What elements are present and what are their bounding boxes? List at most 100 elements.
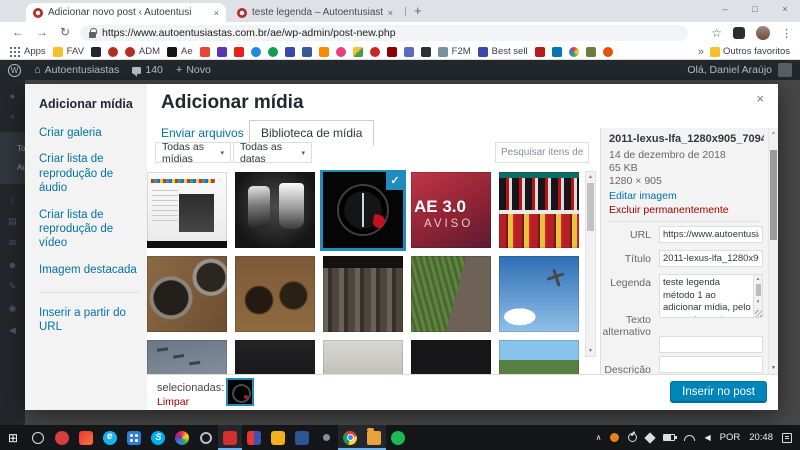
youtube-icon[interactable]	[234, 47, 244, 57]
drive-icon[interactable]	[353, 47, 363, 57]
media-item-13[interactable]	[323, 340, 403, 374]
bookmark-favicon[interactable]	[370, 47, 380, 57]
back-icon[interactable]: ←	[12, 25, 24, 39]
clear-selection-link[interactable]: Limpar	[157, 396, 189, 408]
media-item-12[interactable]	[235, 340, 315, 374]
chrome-menu-icon[interactable]: ⋮	[781, 27, 792, 40]
wifi-icon[interactable]	[684, 435, 695, 441]
taskbar-app-icon-open[interactable]	[218, 425, 242, 450]
bookmark-favicon[interactable]	[421, 47, 431, 57]
taskbar-app-icon[interactable]	[194, 425, 218, 450]
bookmark-favicon[interactable]	[336, 47, 346, 57]
scroll-up-icon[interactable]: ▲	[754, 275, 762, 282]
bookmark-favicon[interactable]	[217, 47, 227, 57]
store-icon[interactable]	[122, 425, 146, 450]
media-item-4[interactable]: AE 3.0 AVISO	[411, 172, 491, 248]
bookmark-favicon[interactable]	[478, 47, 488, 57]
filter-media-type-select[interactable]: Todas as mídias ▾	[155, 142, 231, 163]
bookmark-favicon[interactable]	[167, 47, 177, 57]
tray-app-icon[interactable]	[610, 433, 619, 442]
minimize-button[interactable]: –	[710, 0, 740, 20]
bookmark-favicon[interactable]	[569, 47, 579, 57]
tab-teste-legenda[interactable]: teste legenda – Autoentusiastas ×	[230, 3, 400, 22]
tab-upload-files[interactable]: Enviar arquivos	[161, 126, 244, 140]
linkedin-icon[interactable]	[552, 47, 562, 57]
scrollbar-thumb[interactable]	[587, 183, 594, 231]
bookmark-fav[interactable]: FAV	[67, 46, 84, 57]
media-search-input[interactable]	[495, 142, 589, 163]
close-window-button[interactable]: ×	[770, 0, 800, 20]
bookmark-favicon[interactable]	[438, 47, 448, 57]
tray-chevron-icon[interactable]: ∧	[596, 433, 602, 442]
bookmark-favicon[interactable]	[91, 47, 101, 57]
scroll-down-icon[interactable]: ▼	[754, 298, 762, 305]
modal-close-icon[interactable]: ×	[756, 91, 764, 106]
battery-icon[interactable]	[663, 434, 675, 441]
taskbar-app-icon[interactable]	[314, 425, 338, 450]
sidebar-item-audio-playlist[interactable]: Criar lista de reprodução de áudio	[39, 152, 139, 195]
bookmark-f2m[interactable]: F2M	[452, 46, 471, 57]
grid-scrollbar[interactable]: ▲ ▼	[585, 171, 596, 357]
gmail-icon[interactable]	[200, 47, 210, 57]
bookmark-favicon[interactable]	[404, 47, 414, 57]
taskbar-app-icon[interactable]	[290, 425, 314, 450]
bookmark-favicon[interactable]	[319, 47, 329, 57]
chrome-icon-open[interactable]	[338, 425, 362, 450]
scroll-up-icon[interactable]: ▲	[586, 174, 595, 180]
scrollbar-thumb[interactable]	[770, 150, 777, 240]
tab-add-new-post[interactable]: Adicionar novo post ‹ Autoentusi ×	[26, 3, 226, 22]
extension-icon[interactable]	[733, 27, 745, 39]
delete-permanently-link[interactable]: Excluir permanentemente	[609, 204, 729, 216]
bookmark-best-sell[interactable]: Best sell	[492, 46, 528, 57]
photos-icon[interactable]	[266, 425, 290, 450]
tray-app-icon[interactable]	[628, 433, 637, 442]
maximize-button[interactable]: □	[740, 0, 770, 20]
address-bar[interactable]: https://www.autoentusiastas.com.br/ae/wp…	[80, 25, 688, 41]
scroll-down-icon[interactable]: ▼	[769, 365, 778, 371]
bookmark-favicon[interactable]	[603, 47, 613, 57]
taskbar-app-icon[interactable]	[170, 425, 194, 450]
media-item-11[interactable]	[147, 340, 227, 374]
media-item-7[interactable]	[235, 256, 315, 332]
scroll-down-icon[interactable]: ▼	[586, 348, 595, 354]
media-item-15[interactable]	[499, 340, 579, 374]
file-explorer-icon-open[interactable]	[362, 425, 386, 450]
panel-scrollbar[interactable]: ▲ ▼	[768, 128, 778, 374]
title-field[interactable]	[659, 250, 763, 267]
bookmark-favicon[interactable]	[268, 47, 278, 57]
edit-image-link[interactable]: Editar imagem	[609, 190, 677, 202]
sidebar-item-featured-image[interactable]: Imagem destacada	[39, 263, 139, 277]
forward-icon[interactable]: →	[36, 25, 48, 39]
bookmark-favicon[interactable]	[108, 47, 118, 57]
bookmark-star-icon[interactable]: ☆	[711, 26, 722, 40]
media-item-1[interactable]	[147, 172, 227, 248]
dropbox-icon[interactable]	[645, 432, 656, 443]
bookmark-adm[interactable]: ADM	[139, 46, 160, 57]
resize-handle[interactable]	[755, 310, 762, 317]
facebook-icon[interactable]	[302, 47, 312, 57]
taskbar-app-icon[interactable]	[74, 425, 98, 450]
media-item-10[interactable]	[499, 256, 579, 332]
filter-date-select[interactable]: Todas as datas ▾	[233, 142, 312, 163]
media-item-9[interactable]	[411, 256, 491, 332]
admin-bar-account[interactable]: Olá, Daniel Araújo	[687, 63, 792, 77]
sidebar-item-create-gallery[interactable]: Criar galeria	[39, 126, 139, 140]
admin-bar-comments[interactable]: 140	[132, 64, 163, 76]
taskbar-app-icon[interactable]	[242, 425, 266, 450]
other-bookmarks[interactable]: Outros favoritos	[723, 46, 790, 57]
skype-icon[interactable]	[146, 425, 170, 450]
bookmark-favicon[interactable]	[387, 47, 397, 57]
media-item-5[interactable]	[499, 172, 579, 248]
taskbar-app-icon[interactable]	[50, 425, 74, 450]
spotify-icon[interactable]	[386, 425, 410, 450]
new-tab-button[interactable]: +	[414, 3, 422, 18]
selected-item-thumbnail[interactable]	[226, 378, 254, 406]
bookmark-favicon[interactable]	[285, 47, 295, 57]
scrollbar-thumb[interactable]	[756, 284, 761, 296]
folder-icon[interactable]	[53, 47, 63, 57]
cortana-icon[interactable]	[26, 425, 50, 450]
media-item-2[interactable]	[235, 172, 315, 248]
tab-close-icon[interactable]: ×	[388, 8, 393, 18]
apps-grid-icon[interactable]	[10, 47, 20, 57]
speaker-icon[interactable]: ◀	[704, 433, 710, 442]
